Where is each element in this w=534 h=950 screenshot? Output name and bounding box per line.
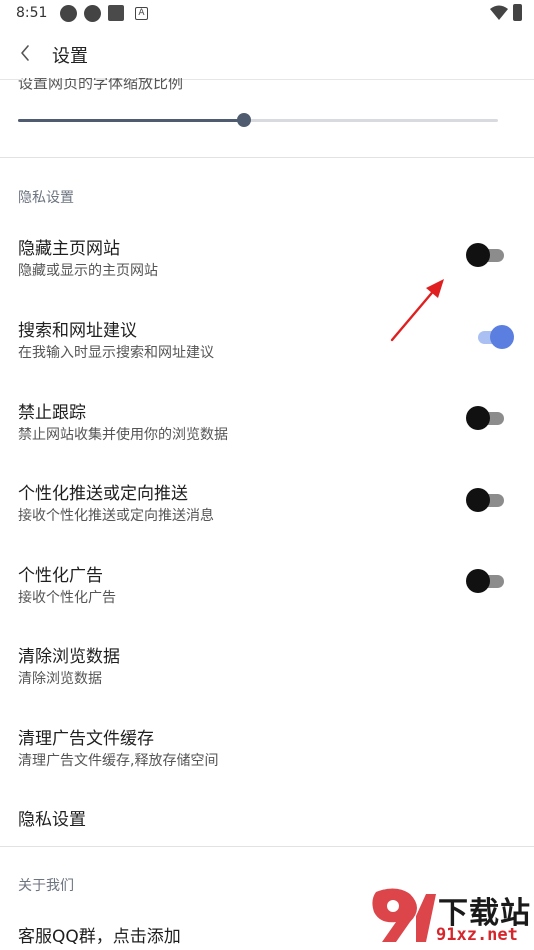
camera-icon [60,5,77,22]
toggle-personalized-push[interactable] [466,488,506,512]
setting-subtitle: 在我输入时显示搜索和网址建议 [18,345,214,361]
setting-row-personalized-ads[interactable]: 个性化广告 接收个性化广告 [0,553,534,623]
a-icon: A [135,7,148,20]
divider [0,846,534,847]
red-arrow-annotation [390,279,444,342]
slider-thumb[interactable] [236,113,251,127]
setting-row-clear-ad-cache[interactable]: 清理广告文件缓存 清理广告文件缓存,释放存储空间 [0,716,534,786]
setting-subtitle: 接收个性化推送或定向推送消息 [18,508,214,524]
setting-subtitle: 接收个性化广告 [18,590,116,606]
toggle-do-not-track[interactable] [466,406,506,430]
toggle-knob [466,488,490,512]
setting-subtitle: 清除浏览数据 [18,671,102,687]
status-bar: 8:51 A [0,0,534,28]
setting-row-search-suggestions[interactable]: 搜索和网址建议 在我输入时显示搜索和网址建议 [0,308,534,378]
setting-row-hide-homepage-sites[interactable]: 隐藏主页网站 隐藏或显示的主页网站 [0,226,534,296]
page-title: 设置 [52,46,88,67]
wifi-icon [490,5,508,20]
square-icon [108,5,124,21]
setting-row-personalized-push[interactable]: 个性化推送或定向推送 接收个性化推送或定向推送消息 [0,471,534,541]
setting-title: 个性化推送或定向推送 [18,484,188,504]
battery-icon [513,4,522,21]
toggle-knob [490,325,514,349]
status-time: 8:51 [16,5,48,21]
setting-subtitle: 隐藏或显示的主页网站 [18,263,158,279]
setting-title: 禁止跟踪 [18,403,86,423]
slider-fill [18,119,244,122]
setting-subtitle: 禁止网站收集并使用你的浏览数据 [18,427,228,443]
watermark-url: 91xz.net [436,925,518,945]
font-scale-label-text: 设置网页的字体缩放比例 [18,78,184,90]
toggle-hide-homepage-sites[interactable] [466,243,506,267]
section-header-about: 关于我们 [18,878,74,894]
toggle-knob [466,243,490,267]
app-bar: 设置 [0,28,534,80]
setting-title: 清理广告文件缓存 [18,729,154,749]
font-scale-label: 设置网页的字体缩放比例 [18,78,318,90]
setting-title: 客服QQ群，点击添加 [18,927,181,947]
setting-row-do-not-track[interactable]: 禁止跟踪 禁止网站收集并使用你的浏览数据 [0,390,534,460]
setting-title: 隐私设置 [18,810,86,830]
setting-row-clear-browsing-data[interactable]: 清除浏览数据 清除浏览数据 [0,634,534,704]
setting-subtitle: 清理广告文件缓存,释放存储空间 [18,753,219,769]
toggle-search-suggestions[interactable] [474,325,514,349]
section-header-privacy: 隐私设置 [18,190,74,206]
toggle-knob [466,406,490,430]
setting-title: 清除浏览数据 [18,647,120,667]
font-scale-slider[interactable] [18,112,498,130]
setting-title: 搜索和网址建议 [18,321,137,341]
camera-icon [84,5,101,22]
setting-title: 个性化广告 [18,566,103,586]
chevron-left-icon[interactable] [14,40,38,66]
divider [0,157,534,158]
setting-row-privacy-settings[interactable]: 隐私设置 [0,796,534,842]
setting-title: 隐藏主页网站 [18,239,120,259]
toggle-personalized-ads[interactable] [466,569,506,593]
toggle-knob [466,569,490,593]
